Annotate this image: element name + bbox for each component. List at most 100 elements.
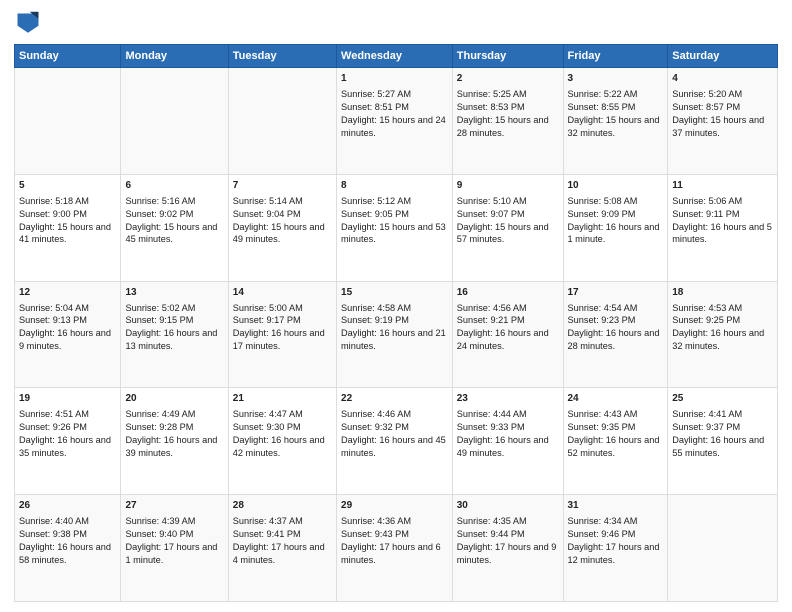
calendar-cell: 28 Sunrise: 4:37 AM Sunset: 9:41 PM Dayli… (228, 495, 336, 602)
day-number: 3 (568, 72, 664, 86)
day-info: Sunrise: 5:08 AM Sunset: 9:09 PM Dayligh… (568, 196, 660, 245)
day-number: 7 (233, 179, 332, 193)
day-number: 15 (341, 286, 448, 300)
header (14, 10, 778, 38)
day-info: Sunrise: 4:35 AM Sunset: 9:44 PM Dayligh… (457, 516, 557, 565)
calendar-cell: 26 Sunrise: 4:40 AM Sunset: 9:38 PM Dayli… (15, 495, 121, 602)
calendar-cell: 22 Sunrise: 4:46 AM Sunset: 9:32 PM Dayli… (337, 388, 453, 495)
day-number: 11 (672, 179, 773, 193)
day-number: 22 (341, 392, 448, 406)
calendar-cell: 5 Sunrise: 5:18 AM Sunset: 9:00 PM Daylig… (15, 174, 121, 281)
day-number: 20 (125, 392, 223, 406)
day-number: 12 (19, 286, 116, 300)
col-header-tuesday: Tuesday (228, 45, 336, 68)
calendar-cell: 27 Sunrise: 4:39 AM Sunset: 9:40 PM Dayli… (121, 495, 228, 602)
day-number: 17 (568, 286, 664, 300)
calendar-cell: 31 Sunrise: 4:34 AM Sunset: 9:46 PM Dayli… (563, 495, 668, 602)
day-info: Sunrise: 5:00 AM Sunset: 9:17 PM Dayligh… (233, 303, 325, 352)
day-number: 14 (233, 286, 332, 300)
calendar-cell: 25 Sunrise: 4:41 AM Sunset: 9:37 PM Dayli… (668, 388, 778, 495)
day-info: Sunrise: 4:51 AM Sunset: 9:26 PM Dayligh… (19, 409, 111, 458)
col-header-thursday: Thursday (452, 45, 563, 68)
calendar-cell: 10 Sunrise: 5:08 AM Sunset: 9:09 PM Dayli… (563, 174, 668, 281)
day-info: Sunrise: 5:25 AM Sunset: 8:53 PM Dayligh… (457, 89, 549, 138)
day-info: Sunrise: 5:18 AM Sunset: 9:00 PM Dayligh… (19, 196, 111, 245)
calendar-cell: 23 Sunrise: 4:44 AM Sunset: 9:33 PM Dayli… (452, 388, 563, 495)
calendar-cell (121, 68, 228, 175)
day-info: Sunrise: 5:14 AM Sunset: 9:04 PM Dayligh… (233, 196, 325, 245)
day-info: Sunrise: 5:02 AM Sunset: 9:15 PM Dayligh… (125, 303, 217, 352)
day-info: Sunrise: 5:27 AM Sunset: 8:51 PM Dayligh… (341, 89, 446, 138)
day-info: Sunrise: 4:37 AM Sunset: 9:41 PM Dayligh… (233, 516, 325, 565)
day-number: 10 (568, 179, 664, 193)
day-info: Sunrise: 4:47 AM Sunset: 9:30 PM Dayligh… (233, 409, 325, 458)
day-info: Sunrise: 4:36 AM Sunset: 9:43 PM Dayligh… (341, 516, 441, 565)
calendar-cell: 16 Sunrise: 4:56 AM Sunset: 9:21 PM Dayli… (452, 281, 563, 388)
day-info: Sunrise: 4:44 AM Sunset: 9:33 PM Dayligh… (457, 409, 549, 458)
day-number: 31 (568, 499, 664, 513)
day-number: 5 (19, 179, 116, 193)
day-number: 24 (568, 392, 664, 406)
day-number: 4 (672, 72, 773, 86)
day-number: 6 (125, 179, 223, 193)
calendar-cell: 3 Sunrise: 5:22 AM Sunset: 8:55 PM Daylig… (563, 68, 668, 175)
day-info: Sunrise: 4:39 AM Sunset: 9:40 PM Dayligh… (125, 516, 217, 565)
day-info: Sunrise: 5:16 AM Sunset: 9:02 PM Dayligh… (125, 196, 217, 245)
calendar-cell: 13Sunrise: 5:02 AM Sunset: 9:15 PM Dayli… (121, 281, 228, 388)
calendar-cell: 11 Sunrise: 5:06 AM Sunset: 9:11 PM Dayli… (668, 174, 778, 281)
day-number: 30 (457, 499, 559, 513)
day-info: Sunrise: 4:34 AM Sunset: 9:46 PM Dayligh… (568, 516, 660, 565)
day-number: 23 (457, 392, 559, 406)
day-info: Sunrise: 5:22 AM Sunset: 8:55 PM Dayligh… (568, 89, 660, 138)
day-number: 26 (19, 499, 116, 513)
col-header-friday: Friday (563, 45, 668, 68)
calendar-cell: 12 Sunrise: 5:04 AM Sunset: 9:13 PM Dayli… (15, 281, 121, 388)
day-info: Sunrise: 4:41 AM Sunset: 9:37 PM Dayligh… (672, 409, 764, 458)
day-info: Sunrise: 5:12 AM Sunset: 9:05 PM Dayligh… (341, 196, 446, 245)
day-number: 21 (233, 392, 332, 406)
calendar-cell: 9 Sunrise: 5:10 AM Sunset: 9:07 PM Daylig… (452, 174, 563, 281)
day-info: Sunrise: 4:54 AM Sunset: 9:23 PM Dayligh… (568, 303, 660, 352)
calendar-table: SundayMondayTuesdayWednesdayThursdayFrid… (14, 44, 778, 602)
calendar-cell: 2Sunrise: 5:25 AM Sunset: 8:53 PM Daylig… (452, 68, 563, 175)
day-number: 19 (19, 392, 116, 406)
day-info: Sunrise: 4:58 AM Sunset: 9:19 PM Dayligh… (341, 303, 446, 352)
day-number: 9 (457, 179, 559, 193)
day-info: Sunrise: 4:56 AM Sunset: 9:21 PM Dayligh… (457, 303, 549, 352)
day-info: Sunrise: 5:20 AM Sunset: 8:57 PM Dayligh… (672, 89, 764, 138)
calendar-cell: 14 Sunrise: 5:00 AM Sunset: 9:17 PM Dayli… (228, 281, 336, 388)
calendar-cell: 24 Sunrise: 4:43 AM Sunset: 9:35 PM Dayli… (563, 388, 668, 495)
calendar-week-5: 26 Sunrise: 4:40 AM Sunset: 9:38 PM Dayli… (15, 495, 778, 602)
day-info: Sunrise: 4:49 AM Sunset: 9:28 PM Dayligh… (125, 409, 217, 458)
day-number: 1 (341, 72, 448, 86)
calendar-cell: 30 Sunrise: 4:35 AM Sunset: 9:44 PM Dayli… (452, 495, 563, 602)
day-info: Sunrise: 5:10 AM Sunset: 9:07 PM Dayligh… (457, 196, 549, 245)
day-number: 16 (457, 286, 559, 300)
day-info: Sunrise: 4:43 AM Sunset: 9:35 PM Dayligh… (568, 409, 660, 458)
col-header-sunday: Sunday (15, 45, 121, 68)
day-number: 28 (233, 499, 332, 513)
calendar-cell (668, 495, 778, 602)
day-number: 27 (125, 499, 223, 513)
col-header-wednesday: Wednesday (337, 45, 453, 68)
calendar-cell: 1 Sunrise: 5:27 AM Sunset: 8:51 PM Daylig… (337, 68, 453, 175)
calendar-cell: 15 Sunrise: 4:58 AM Sunset: 9:19 PM Dayli… (337, 281, 453, 388)
calendar-week-2: 5 Sunrise: 5:18 AM Sunset: 9:00 PM Daylig… (15, 174, 778, 281)
calendar-cell: 6 Sunrise: 5:16 AM Sunset: 9:02 PM Daylig… (121, 174, 228, 281)
generalblue-logo-icon (14, 10, 42, 38)
day-info: Sunrise: 5:06 AM Sunset: 9:11 PM Dayligh… (672, 196, 772, 245)
day-info: Sunrise: 4:46 AM Sunset: 9:32 PM Dayligh… (341, 409, 446, 458)
calendar-cell: 18 Sunrise: 4:53 AM Sunset: 9:25 PM Dayli… (668, 281, 778, 388)
calendar-cell: 21 Sunrise: 4:47 AM Sunset: 9:30 PM Dayli… (228, 388, 336, 495)
calendar-cell (228, 68, 336, 175)
day-number: 25 (672, 392, 773, 406)
day-info: Sunrise: 5:04 AM Sunset: 9:13 PM Dayligh… (19, 303, 111, 352)
logo (14, 10, 46, 38)
calendar-cell: 17 Sunrise: 4:54 AM Sunset: 9:23 PM Dayli… (563, 281, 668, 388)
day-number: 18 (672, 286, 773, 300)
calendar-header-row: SundayMondayTuesdayWednesdayThursdayFrid… (15, 45, 778, 68)
col-header-saturday: Saturday (668, 45, 778, 68)
calendar-cell: 20 Sunrise: 4:49 AM Sunset: 9:28 PM Dayli… (121, 388, 228, 495)
day-info: Sunrise: 4:40 AM Sunset: 9:38 PM Dayligh… (19, 516, 111, 565)
day-info: Sunrise: 4:53 AM Sunset: 9:25 PM Dayligh… (672, 303, 764, 352)
